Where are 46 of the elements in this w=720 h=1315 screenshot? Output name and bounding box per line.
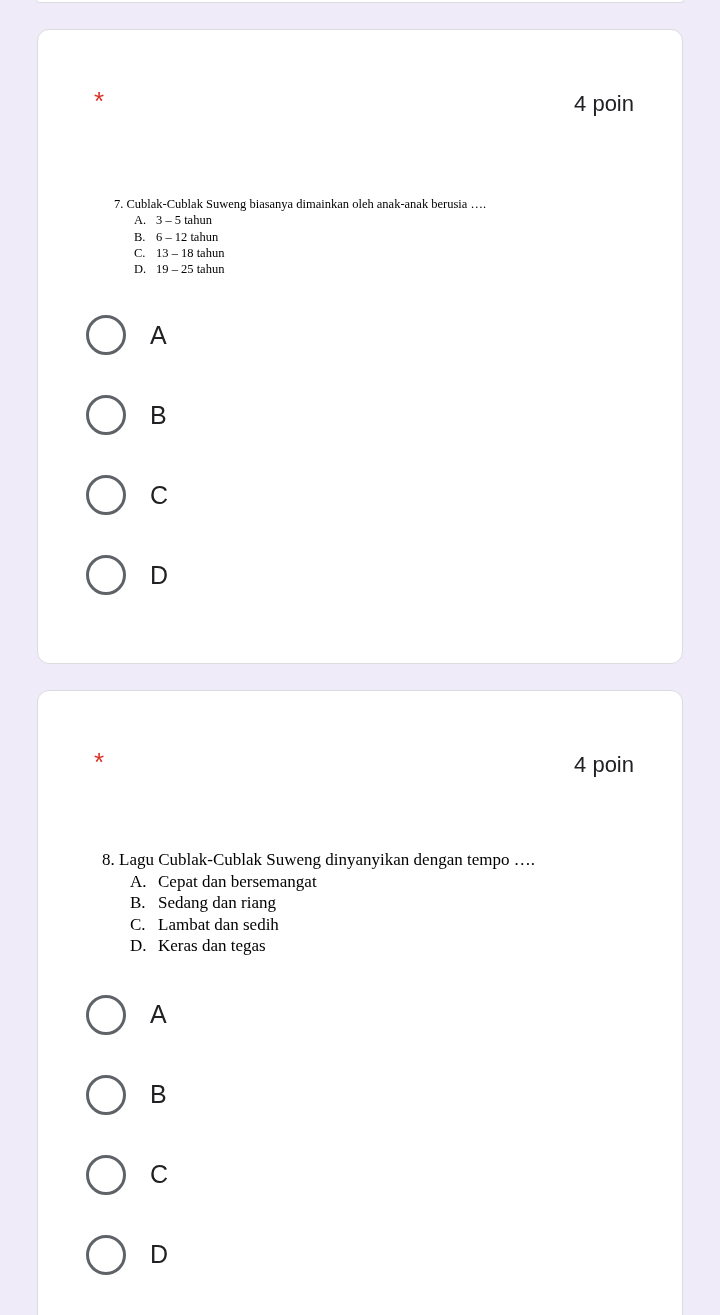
choice-text: 3 – 5 tahun [156,212,212,229]
option-label: B [150,1080,167,1109]
choice-letter: B. [134,228,147,245]
choice-text: 13 – 18 tahun [156,244,225,262]
radio-button[interactable] [86,994,126,1035]
radio-button[interactable] [86,1234,126,1275]
option-label: D [150,1240,169,1269]
points-label: 4 poin [574,751,634,780]
radio-button[interactable] [86,395,126,436]
choice-text: Keras dan tegas [158,935,266,957]
choice-letter: B. [130,892,147,914]
radio-option[interactable]: D [38,1214,634,1295]
radio-option[interactable]: D [38,535,634,616]
choice-text: 19 – 25 tahun [156,261,225,278]
option-label: A [150,321,167,350]
choice-letter: C. [134,244,147,262]
choice-letter: A. [130,870,148,893]
required-mark: * [94,749,105,776]
choice-text: 6 – 12 tahun [156,228,219,245]
option-label: B [150,401,167,430]
choice-letter: C. [130,913,147,936]
radio-button[interactable] [86,1074,126,1115]
required-mark: * [94,88,105,114]
radio-button[interactable] [86,315,126,356]
choice-letter: D. [130,935,148,957]
question-text: 8. Lagu Cublak-Cublak Suweng dinyanyikan dengan tempo …. [102,849,536,871]
option-label: D [150,561,169,590]
radio-option[interactable]: C [38,1134,634,1215]
choice-text: Lambat dan sedih [158,913,279,936]
radio-button[interactable] [86,475,126,516]
option-label: C [150,481,169,510]
points-label: 4 poin [574,90,634,118]
choice-text: Sedang dan riang [158,892,277,914]
question-text: 7. Cublak-Cublak Suweng biasanya dimainkan oleh anak-anak berusia …. [114,196,488,213]
choice-text: Cepat dan bersemangat [158,870,317,893]
radio-option[interactable]: A [38,295,634,376]
radio-button[interactable] [86,1154,126,1195]
option-label: A [150,1000,167,1029]
radio-option[interactable]: A [38,974,634,1055]
radio-option[interactable]: B [38,1054,634,1135]
choice-letter: A. [134,212,148,229]
option-label: C [150,1160,169,1189]
choice-letter: D. [134,261,148,278]
radio-option[interactable]: C [38,455,634,536]
radio-option[interactable]: B [38,375,634,456]
radio-button[interactable] [86,555,126,596]
